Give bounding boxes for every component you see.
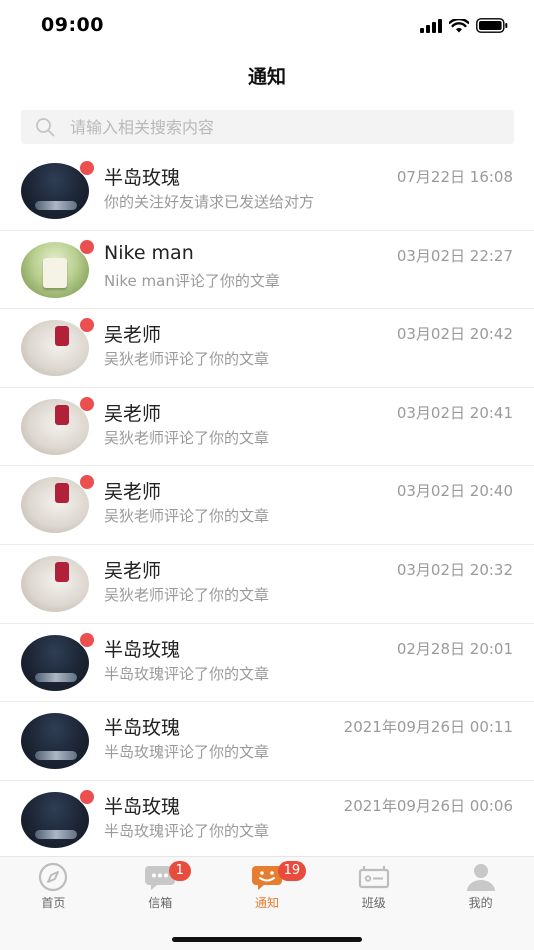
unread-dot: [79, 631, 95, 648]
page-title: 通知: [247, 66, 286, 88]
tab-notifications[interactable]: 19 通知: [214, 857, 321, 917]
notification-row[interactable]: 吴老师 03月02日 20:32 吴狄老师评论了你的文章: [0, 545, 534, 624]
avatar: [21, 320, 89, 377]
tab-label-profile: 我的: [468, 896, 493, 910]
notification-message: 半岛玫瑰评论了你的文章: [104, 743, 270, 762]
notification-time: 03月02日 20:41: [396, 403, 513, 422]
tab-home[interactable]: 首页: [0, 857, 107, 917]
notification-time: 2021年09月26日 00:11: [343, 718, 513, 737]
notification-time: 07月22日 16:08: [396, 168, 513, 186]
notifications-badge: 19: [277, 861, 307, 881]
notification-time: 02月28日 20:01: [396, 639, 513, 658]
search-icon: [36, 118, 55, 137]
notification-row[interactable]: 吴老师 03月02日 20:40 吴狄老师评论了你的文章: [0, 466, 534, 545]
notification-list: 半岛玫瑰 07月22日 16:08 你的关注好友请求已发送给对方 Nike man 03…: [0, 152, 534, 860]
sender-name: 吴老师: [104, 559, 162, 582]
sender-name: 半岛玫瑰: [104, 167, 181, 189]
notification-message: 吴狄老师评论了你的文章: [104, 350, 270, 369]
notification-row[interactable]: 半岛玫瑰 02月28日 20:01 半岛玫瑰评论了你的文章: [0, 624, 534, 703]
tab-profile[interactable]: 我的: [427, 857, 534, 917]
notification-message: 吴狄老师评论了你的文章: [104, 428, 270, 447]
sender-name: 吴老师: [104, 324, 162, 347]
status-icons: [420, 18, 508, 33]
class-card-icon: [358, 866, 389, 889]
sender-name: Nike man: [104, 241, 194, 264]
unread-dot: [79, 395, 95, 412]
home-indicator: [172, 937, 362, 942]
notification-message: 你的关注好友请求已发送给对方: [104, 193, 315, 211]
avatar: [21, 477, 89, 534]
notification-message: 半岛玫瑰评论了你的文章: [104, 664, 270, 683]
avatar: [21, 555, 89, 612]
person-icon: [466, 864, 495, 891]
sender-name: 半岛玫瑰: [104, 638, 181, 661]
notification-row[interactable]: Nike man 03月02日 22:27 Nike man评论了你的文章: [0, 231, 534, 310]
status-time: 09:00: [41, 14, 104, 36]
unread-dot: [79, 474, 95, 491]
notification-time: 2021年09月26日 00:06: [343, 796, 513, 815]
unread-dot: [79, 238, 95, 255]
sender-name: 吴老师: [104, 402, 162, 425]
compass-icon: [39, 862, 68, 892]
notification-row[interactable]: 吴老师 03月02日 20:41 吴狄老师评论了你的文章: [0, 388, 534, 467]
sender-name: 半岛玫瑰: [104, 717, 181, 740]
tab-class[interactable]: 班级: [320, 857, 427, 917]
search-input[interactable]: [70, 117, 490, 137]
unread-dot: [79, 160, 95, 176]
notification-row[interactable]: 半岛玫瑰 07月22日 16:08 你的关注好友请求已发送给对方: [0, 152, 534, 231]
tab-label-class: 班级: [361, 896, 386, 910]
tab-mailbox[interactable]: 1 信箱: [107, 857, 214, 917]
search-bar[interactable]: [21, 110, 514, 144]
wifi-icon: [449, 18, 469, 32]
mailbox-badge: 1: [168, 861, 191, 881]
tab-label-notifications: 通知: [254, 896, 279, 910]
battery-icon: [476, 18, 508, 33]
sender-name: 吴老师: [104, 481, 162, 504]
notification-message: 吴狄老师评论了你的文章: [104, 507, 270, 526]
unread-dot: [79, 788, 95, 805]
tab-label-mailbox: 信箱: [148, 896, 173, 910]
sender-name: 半岛玫瑰: [104, 795, 181, 818]
notification-time: 03月02日 20:32: [396, 560, 513, 579]
notification-row[interactable]: 半岛玫瑰 2021年09月26日 00:06 半岛玫瑰评论了你的文章: [0, 781, 534, 860]
notification-row[interactable]: 半岛玫瑰 2021年09月26日 00:11 半岛玫瑰评论了你的文章: [0, 702, 534, 781]
notification-time: 03月02日 22:27: [396, 246, 513, 265]
notification-time: 03月02日 20:40: [396, 482, 513, 501]
notification-row[interactable]: 吴老师 03月02日 20:42 吴狄老师评论了你的文章: [0, 309, 534, 388]
notification-time: 03月02日 20:42: [396, 325, 513, 344]
notification-message: Nike man评论了你的文章: [104, 271, 280, 290]
notification-message: 吴狄老师评论了你的文章: [104, 585, 270, 604]
status-bar: 09:00: [0, 0, 534, 54]
tab-bar: 首页 1 信箱 19 通知 班级 我的: [0, 856, 534, 950]
notification-message: 半岛玫瑰评论了你的文章: [104, 821, 270, 840]
unread-dot: [79, 317, 95, 334]
signal-icon: [420, 18, 442, 33]
tab-label-home: 首页: [41, 896, 66, 910]
avatar: [21, 713, 89, 770]
